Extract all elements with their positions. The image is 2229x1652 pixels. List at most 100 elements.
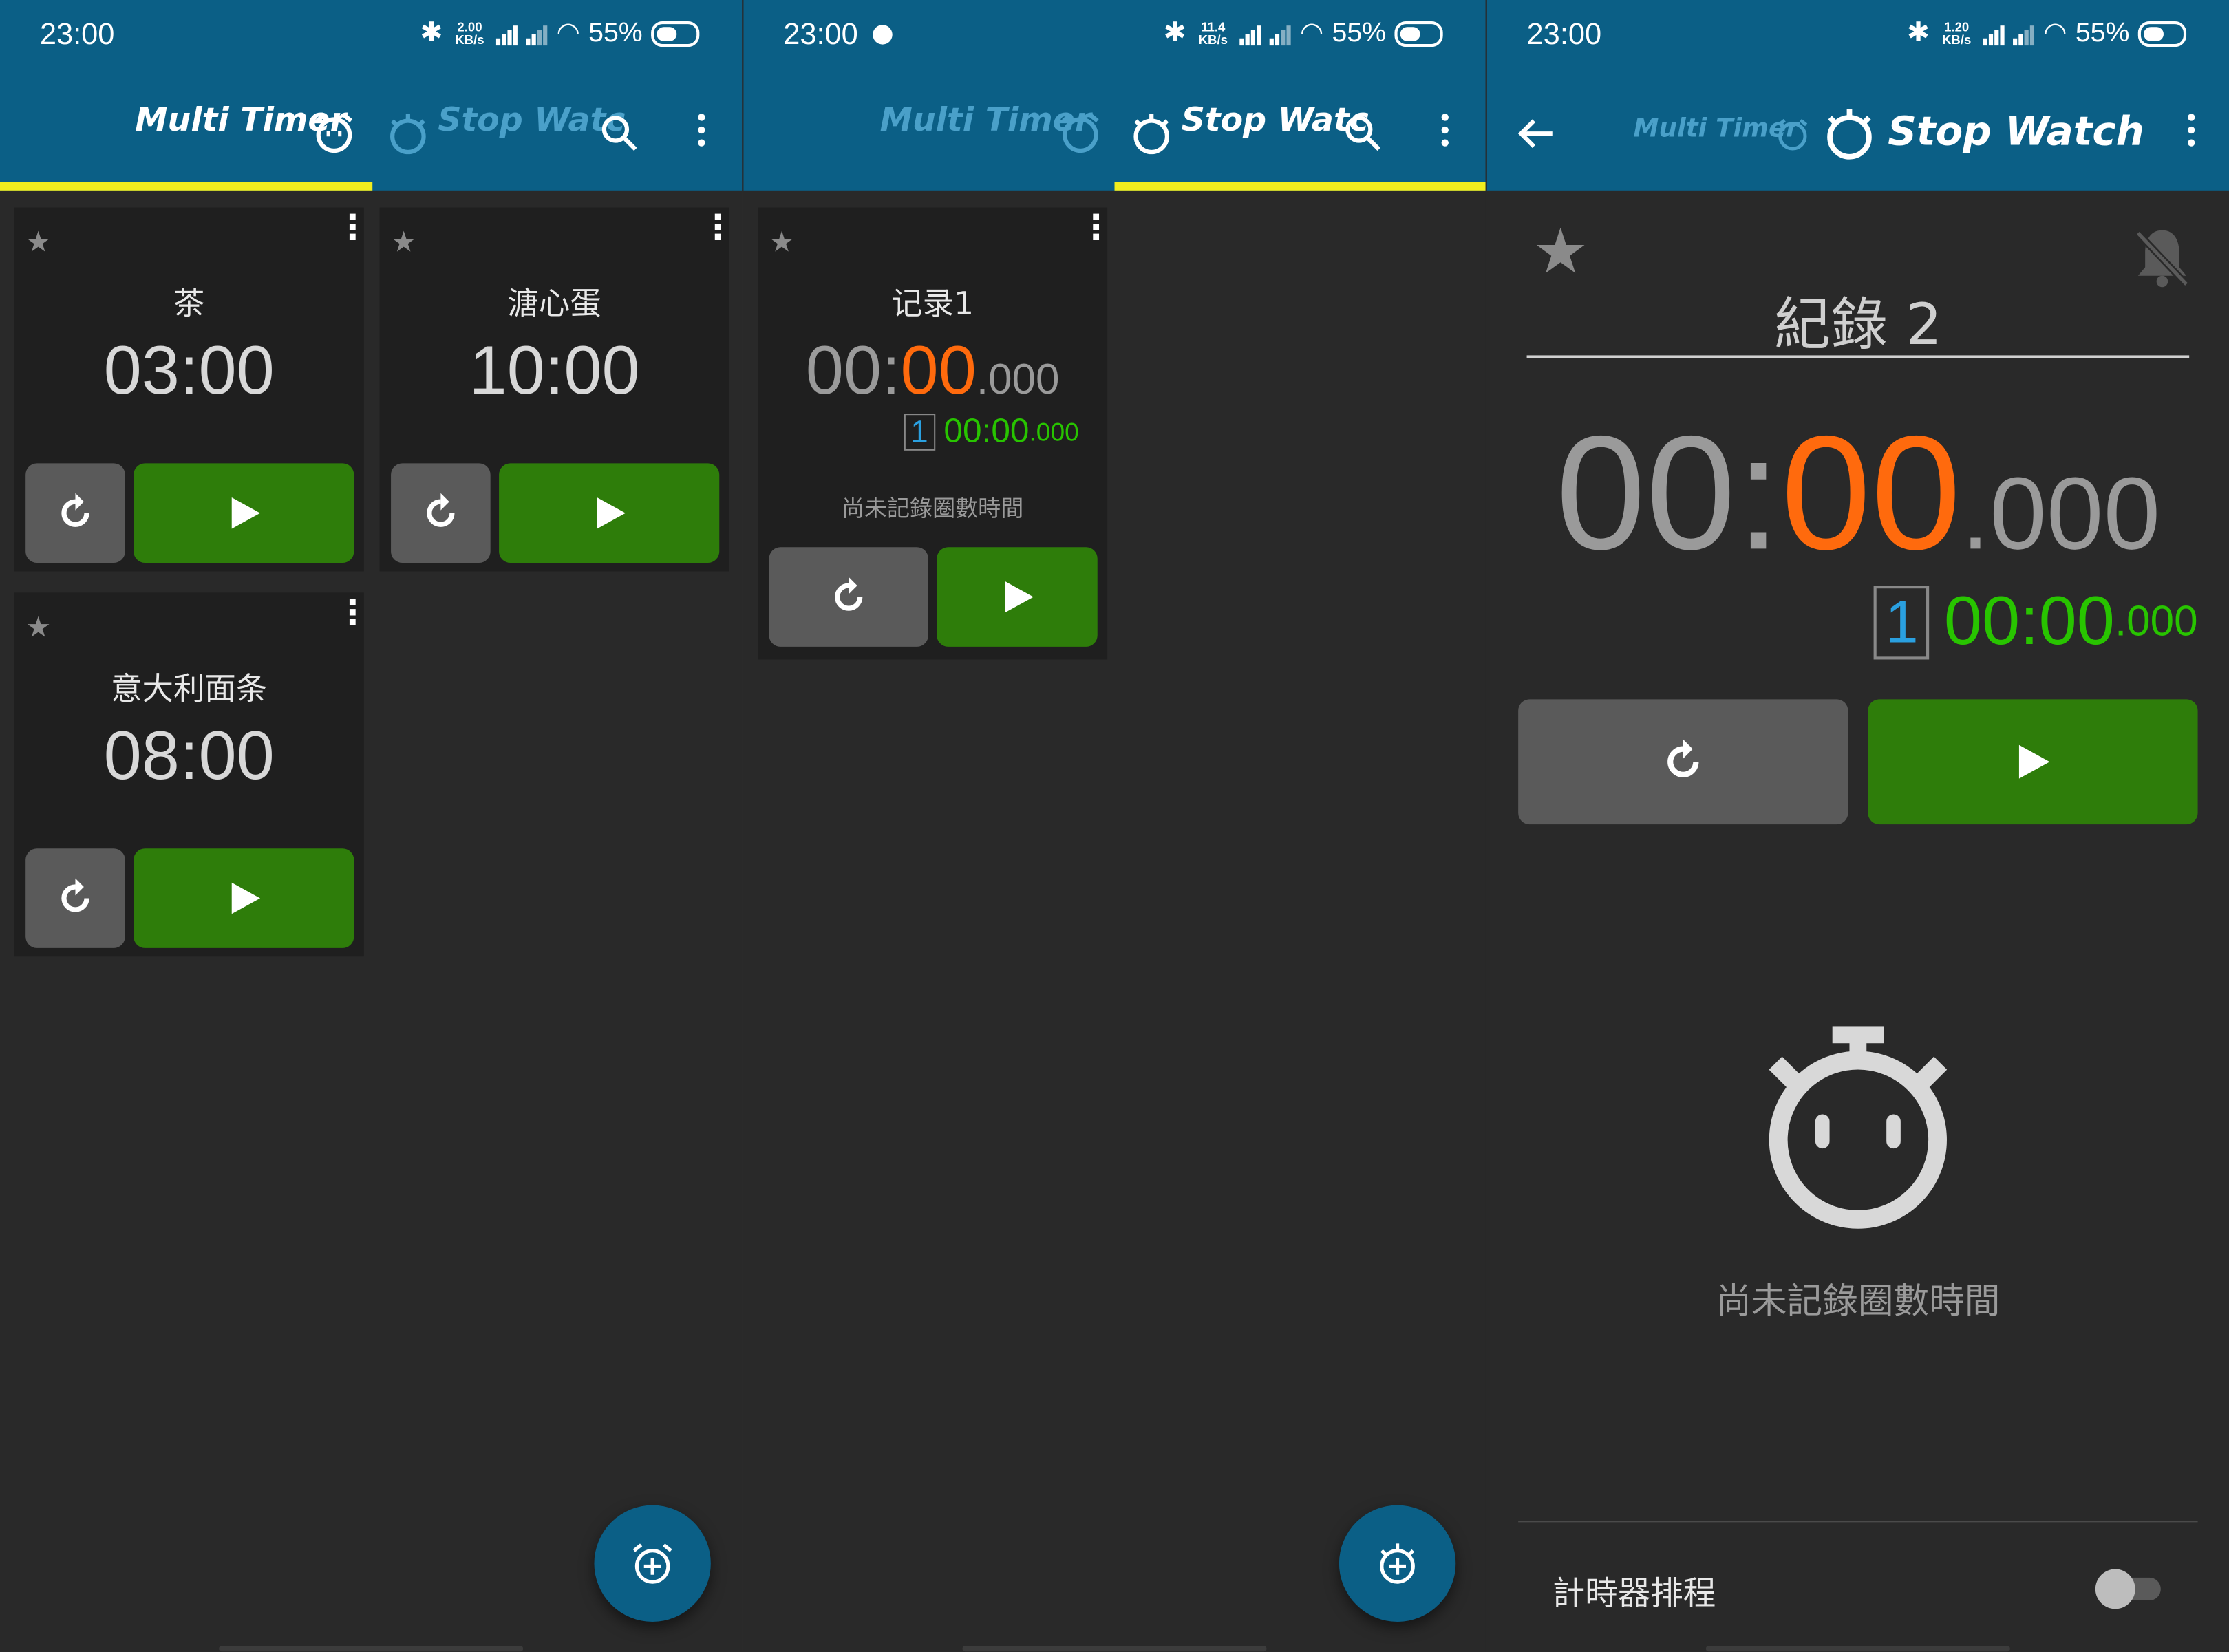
lap-ms: .000	[1029, 417, 1079, 446]
lap-index: 1	[904, 414, 936, 451]
wechat-icon: ●	[871, 18, 894, 49]
reset-button[interactable]	[25, 848, 125, 948]
stopwatch-time: 00:00.000	[805, 334, 1060, 409]
star-icon[interactable]: ★	[25, 610, 51, 644]
schedule-toggle[interactable]	[2095, 1569, 2161, 1609]
more-options-icon[interactable]	[1437, 114, 1451, 147]
timer-card[interactable]: ★ ⋮ 溏心蛋 10:00	[379, 207, 735, 572]
gesture-bar	[962, 1646, 1267, 1652]
reset-icon	[427, 493, 455, 527]
play-button[interactable]	[134, 848, 354, 948]
alarm-clock-icon	[1778, 118, 1808, 151]
app-bar: 23:00 ✱ 2.00 KB/s ◠ 55% Multi Timer Stop …	[0, 0, 743, 191]
search-icon[interactable]	[600, 114, 640, 153]
add-alarm-icon	[632, 1543, 672, 1584]
timer-name: 茶	[173, 287, 205, 323]
card-menu-icon[interactable]: ⋮	[336, 211, 370, 245]
tab-stop-watch[interactable]: Stop Watch	[1888, 108, 2144, 155]
lap-row: 1 00:00.000	[1873, 583, 2198, 661]
card-menu-icon[interactable]: ⋮	[1079, 211, 1113, 245]
bluetooth-icon: ✱	[1907, 18, 1930, 49]
bluetooth-icon: ✱	[1163, 18, 1186, 49]
battery-percent: 55%	[588, 17, 643, 48]
timer-card[interactable]: ★ ⋮ 意大利面条 08:00	[14, 592, 370, 957]
play-icon	[231, 497, 259, 529]
reset-button[interactable]	[1518, 699, 1848, 825]
play-button[interactable]	[937, 547, 1098, 647]
timer-time: 10:00	[469, 334, 640, 409]
more-options-icon[interactable]	[2184, 114, 2198, 147]
battery-icon	[651, 20, 700, 47]
stopwatch-icon	[1827, 109, 1872, 160]
gesture-bar	[219, 1646, 524, 1652]
panel-multi-timer: 23:00 ✱ 2.00 KB/s ◠ 55% Multi Timer Stop …	[0, 0, 743, 1652]
wifi-icon: ◠	[2043, 18, 2067, 49]
status-time: 23:00	[39, 18, 115, 52]
battery-percent: 55%	[2075, 17, 2130, 48]
add-timer-fab[interactable]	[594, 1505, 711, 1622]
app-bar: 23:00 ✱ 1.20 KB/s ◠ 55% Multi Timer Stop…	[1486, 0, 2229, 191]
card-menu-icon[interactable]: ⋮	[701, 211, 735, 245]
star-icon[interactable]: ★	[769, 224, 795, 259]
play-icon	[1004, 581, 1033, 613]
reset-button[interactable]	[769, 547, 928, 647]
stopwatch-icon	[1133, 114, 1170, 155]
lap-time: 00:00	[943, 412, 1030, 451]
stopwatch-name: 记录1	[891, 287, 974, 323]
status-bar: 23:00 ✱ 2.00 KB/s ◠ 55%	[0, 0, 742, 71]
signal-4g-icon	[496, 22, 518, 45]
battery-icon	[2137, 20, 2187, 47]
more-options-icon[interactable]	[694, 114, 708, 147]
tab-stop-watch[interactable]: Stop Watc	[1182, 103, 1369, 140]
signal-4g-icon	[1983, 22, 2005, 45]
battery-percent: 55%	[1332, 17, 1387, 48]
tab-stop-watch[interactable]: Stop Watc	[438, 103, 625, 140]
play-button[interactable]	[499, 463, 720, 564]
play-button[interactable]	[1868, 699, 2198, 825]
stopwatch-name: 紀錄 2	[1773, 292, 1942, 358]
lap-index: 1	[1873, 585, 1930, 659]
reset-icon	[61, 493, 89, 527]
star-icon[interactable]: ★	[1533, 216, 1588, 288]
panel-stop-watch-list: 23:00 ● ✱ 11.4 KB/s ◠ 55% Multi Timer St…	[743, 0, 1486, 1652]
reset-button[interactable]	[391, 463, 491, 564]
stopwatch-icon	[390, 114, 426, 155]
timer-name: 意大利面条	[111, 672, 268, 708]
gesture-bar	[1705, 1646, 2010, 1652]
star-icon[interactable]: ★	[25, 224, 51, 259]
network-speed: 2.00 KB/s	[455, 19, 484, 47]
stopwatch-face-icon	[1769, 1026, 1948, 1229]
back-arrow-icon[interactable]	[1515, 114, 1555, 153]
reset-button[interactable]	[25, 463, 125, 564]
tab-multi-timer[interactable]: Multi Timer	[1633, 114, 1798, 143]
status-time: 23:00	[1526, 18, 1602, 52]
reset-icon	[835, 577, 863, 611]
reset-icon	[61, 878, 89, 912]
add-stopwatch-icon	[1380, 1543, 1415, 1584]
stopwatch-card[interactable]: ★ ⋮ 记录1 00:00.000 1 00:00.000 尚未記錄圈數時間	[758, 207, 1113, 660]
status-bar: 23:00 ✱ 1.20 KB/s ◠ 55%	[1487, 0, 2229, 71]
play-button[interactable]	[134, 463, 354, 564]
no-laps-text: 尚未記錄圈數時間	[1716, 1280, 2001, 1322]
stopwatch-time: 00:00.000	[1555, 403, 2161, 585]
signal-4g-icon	[1240, 22, 1262, 45]
add-stopwatch-fab[interactable]	[1339, 1505, 1456, 1622]
timer-card[interactable]: ★ ⋮ 茶 03:00	[14, 207, 370, 572]
alarm-clock-icon	[315, 113, 353, 153]
reset-icon	[1667, 739, 1699, 777]
play-icon	[2018, 744, 2050, 779]
timer-name: 溏心蛋	[507, 287, 601, 323]
no-laps-text: 尚未記錄圈數時間	[841, 494, 1024, 522]
alarm-clock-icon	[1062, 113, 1099, 153]
network-speed: 1.20 KB/s	[1941, 19, 1972, 47]
signal-5g-icon	[2013, 22, 2035, 45]
wifi-icon: ◠	[1299, 18, 1324, 49]
card-menu-icon[interactable]: ⋮	[336, 596, 370, 630]
network-speed: 11.4 KB/s	[1198, 19, 1228, 47]
signal-5g-icon	[526, 22, 548, 45]
bluetooth-icon: ✱	[420, 18, 443, 49]
star-icon[interactable]: ★	[391, 224, 416, 259]
schedule-label: 計時器排程	[1552, 1576, 1716, 1613]
search-icon[interactable]	[1343, 114, 1383, 153]
lap-ms: .000	[2114, 597, 2198, 645]
